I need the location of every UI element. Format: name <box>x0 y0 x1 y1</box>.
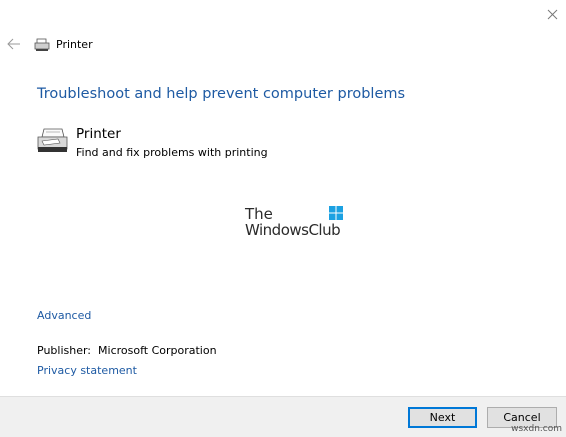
back-arrow-icon <box>7 38 20 50</box>
publisher-value: Microsoft Corporation <box>98 344 217 357</box>
close-icon <box>547 9 558 20</box>
footer-bar: Next Cancel <box>0 396 566 437</box>
advanced-link[interactable]: Advanced <box>37 309 91 322</box>
publisher-label: Publisher: <box>37 344 92 357</box>
site-watermark: wsxdn.com <box>511 424 562 434</box>
printer-icon <box>34 37 50 51</box>
printer-icon <box>36 127 69 155</box>
back-button[interactable] <box>4 34 24 54</box>
troubleshooter-title: Printer <box>76 126 121 142</box>
next-button[interactable]: Next <box>408 407 477 428</box>
troubleshooter-description: Find and fix problems with printing <box>76 146 268 159</box>
page-heading: Troubleshoot and help prevent computer p… <box>37 86 406 102</box>
close-button[interactable] <box>540 4 564 26</box>
publisher-info: Publisher: Microsoft Corporation <box>37 344 217 357</box>
privacy-statement-link[interactable]: Privacy statement <box>37 364 137 377</box>
window-title: Printer <box>56 38 93 51</box>
windows-logo-icon <box>329 205 343 220</box>
watermark-line2: WindowsClub <box>245 221 341 239</box>
thewindowsclub-watermark: The WindowsClub <box>245 205 355 241</box>
